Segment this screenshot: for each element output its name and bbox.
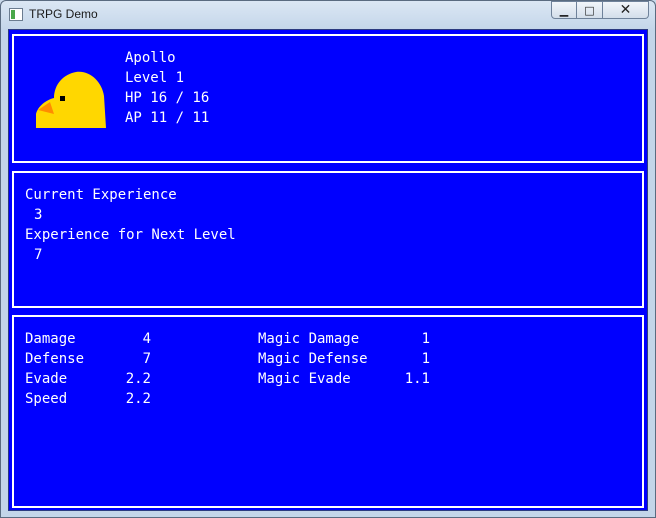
stat-label: Defense <box>25 351 85 367</box>
stat-value: 1.1 <box>404 371 430 387</box>
game-canvas: Apollo Level 1 HP 16 / 16 AP 11 / 11 Cur… <box>8 29 648 511</box>
stat-label: Damage <box>25 331 76 347</box>
stat-value: 2.2 <box>125 371 151 387</box>
experience-panel: Current Experience 3 Experience for Next… <box>12 171 644 308</box>
maximize-button[interactable]: □ <box>577 1 603 19</box>
stats-panel: Damage 4 Defense 7 Evade 2.2 Speed 2.2 M… <box>12 315 644 508</box>
yellow-chick-icon <box>36 71 106 128</box>
stat-label: Magic Evade <box>258 371 351 387</box>
stat-value: 1 <box>421 331 430 347</box>
app-window: TRPG Demo ▁ □ ✕ Apollo Level 1 HP 16 / 1… <box>0 0 656 518</box>
stat-label: Magic Defense <box>258 351 368 367</box>
stat-value: 2.2 <box>125 391 151 407</box>
next-level-experience-value: 7 <box>34 247 43 263</box>
stat-value: 4 <box>142 331 151 347</box>
current-experience-value: 3 <box>34 207 43 223</box>
stat-label: Speed <box>25 391 68 407</box>
title-bar[interactable]: TRPG Demo ▁ □ ✕ <box>1 1 655 29</box>
next-level-experience-label: Experience for Next Level <box>25 227 236 243</box>
app-icon <box>9 8 23 21</box>
stat-value: 7 <box>142 351 151 367</box>
stat-label: Magic Damage <box>258 331 360 347</box>
character-name: Apollo <box>125 50 176 66</box>
stat-label: Evade <box>25 371 68 387</box>
window-controls: ▁ □ ✕ <box>551 1 649 21</box>
character-panel: Apollo Level 1 HP 16 / 16 AP 11 / 11 <box>12 34 644 163</box>
stat-value: 1 <box>421 351 430 367</box>
close-button[interactable]: ✕ <box>603 1 649 19</box>
character-level: Level 1 <box>125 70 185 86</box>
minimize-button[interactable]: ▁ <box>551 1 577 19</box>
character-hp: HP 16 / 16 <box>125 90 210 106</box>
window-title: TRPG Demo <box>29 7 98 21</box>
current-experience-label: Current Experience <box>25 187 177 203</box>
character-ap: AP 11 / 11 <box>125 110 210 126</box>
